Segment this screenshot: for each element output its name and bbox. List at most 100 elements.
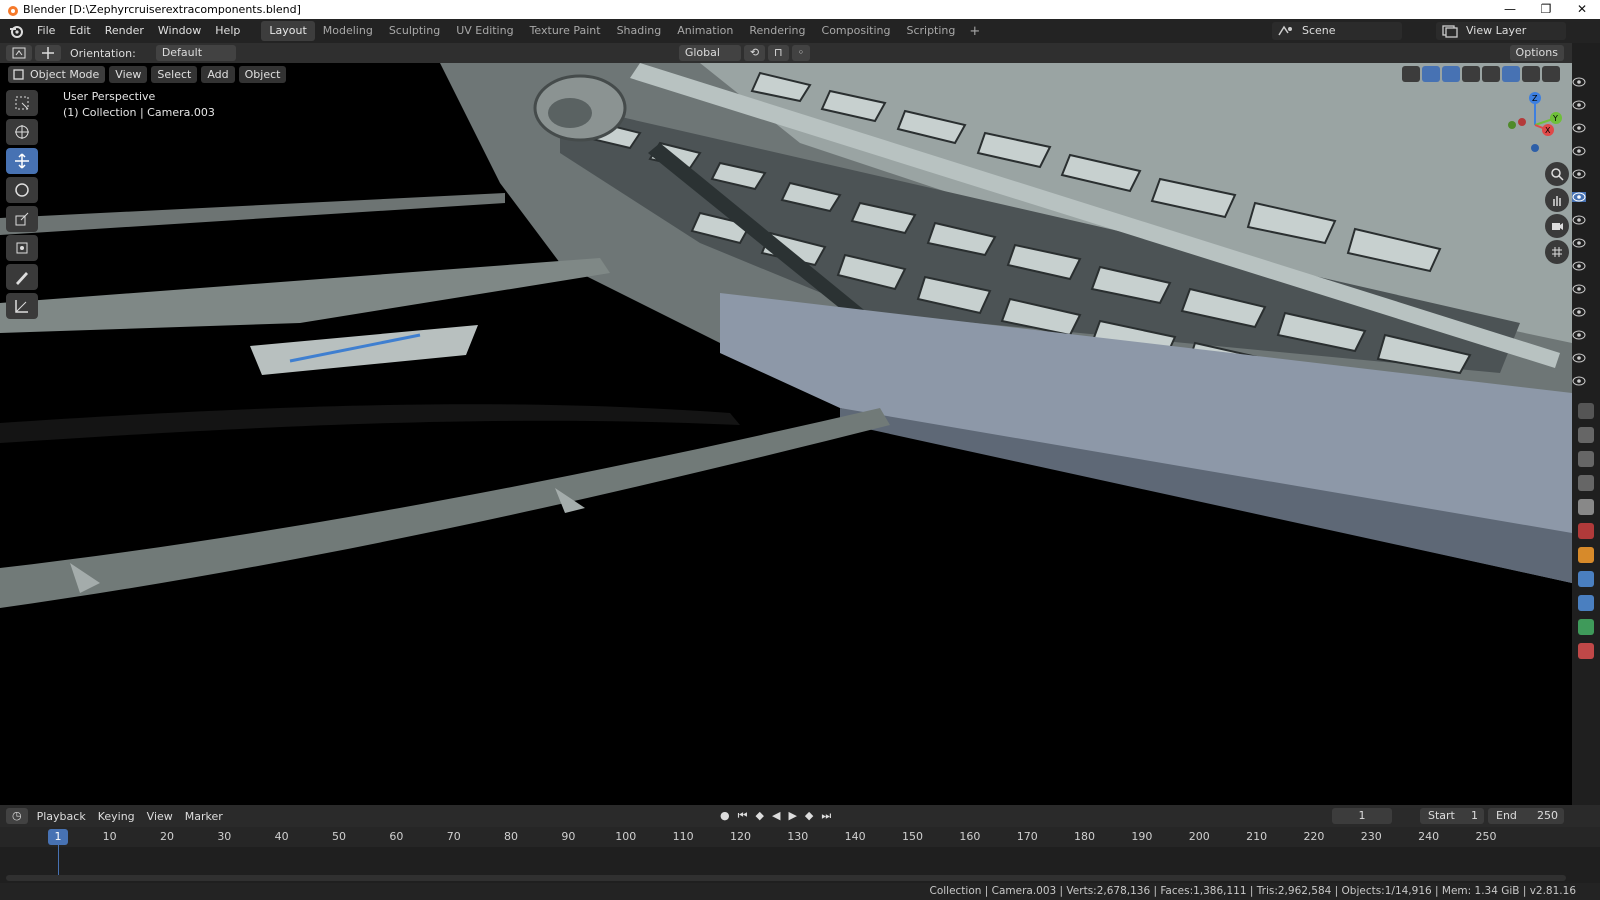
- move-tool[interactable]: [6, 148, 38, 174]
- timeline-menu-keying[interactable]: Keying: [92, 810, 141, 823]
- record-icon[interactable]: ●: [720, 809, 730, 823]
- timeline-menu-playback[interactable]: Playback: [31, 810, 92, 823]
- visibility-eye-icon[interactable]: [1572, 353, 1586, 363]
- visibility-eye-icon[interactable]: [1572, 123, 1586, 133]
- snap-icon[interactable]: ⊓: [768, 45, 789, 61]
- world-properties-icon[interactable]: [1578, 523, 1594, 539]
- start-frame-field[interactable]: Start 1: [1420, 808, 1484, 824]
- 3d-viewport[interactable]: User Perspective (1) Collection | Camera…: [0, 63, 1572, 805]
- camera-view-icon[interactable]: [1545, 214, 1569, 238]
- ortho-grid-icon[interactable]: [1545, 240, 1569, 264]
- viewport-menu-object[interactable]: Object: [238, 65, 287, 83]
- visibility-eye-icon[interactable]: [1572, 284, 1586, 294]
- view-layer-selector[interactable]: View Layer: [1436, 22, 1566, 40]
- editor-type-button[interactable]: [6, 45, 32, 61]
- navigation-gizmo[interactable]: Z Y X: [1500, 90, 1570, 160]
- visibility-icon[interactable]: [1402, 66, 1420, 82]
- visibility-eye-icon[interactable]: [1572, 169, 1586, 179]
- viewport-menu-select[interactable]: Select: [151, 65, 198, 83]
- restore-button[interactable]: ❐: [1528, 0, 1564, 19]
- scene-properties-icon[interactable]: [1578, 499, 1594, 515]
- current-frame-field[interactable]: 1: [1332, 808, 1392, 824]
- menu-render[interactable]: Render: [98, 19, 151, 43]
- timeline-menu-view[interactable]: View: [141, 810, 179, 823]
- rotate-tool[interactable]: [6, 177, 38, 203]
- annotate-tool[interactable]: [6, 264, 38, 290]
- viewport-menu-add[interactable]: Add: [201, 65, 235, 83]
- tab-texture-paint[interactable]: Texture Paint: [522, 21, 609, 41]
- visibility-eye-icon[interactable]: [1572, 215, 1586, 225]
- visibility-eye-icon[interactable]: [1572, 238, 1586, 248]
- tool-properties-icon[interactable]: [1578, 403, 1594, 419]
- transform-tool[interactable]: [6, 235, 38, 261]
- pivot-point-icon[interactable]: ⟲: [743, 45, 766, 61]
- visibility-eye-icon[interactable]: [1572, 100, 1586, 110]
- xray-toggle-icon[interactable]: [1462, 66, 1480, 82]
- orientation-dropdown[interactable]: Default: [155, 45, 236, 61]
- cursor-tool[interactable]: [6, 119, 38, 145]
- blender-menu-icon[interactable]: [8, 23, 24, 39]
- overlay-toggle-icon[interactable]: [1442, 66, 1460, 82]
- visibility-eye-icon[interactable]: [1572, 146, 1586, 156]
- measure-tool[interactable]: [6, 293, 38, 319]
- jump-end-icon[interactable]: ⏭: [821, 809, 831, 823]
- menu-window[interactable]: Window: [151, 19, 208, 43]
- next-keyframe-icon[interactable]: ◆: [805, 809, 813, 823]
- select-box-tool[interactable]: [6, 90, 38, 116]
- jump-start-icon[interactable]: ⏮: [738, 809, 748, 823]
- current-frame-indicator[interactable]: 1: [48, 829, 68, 845]
- tab-scripting[interactable]: Scripting: [898, 21, 963, 41]
- prev-keyframe-icon[interactable]: ◆: [756, 809, 764, 823]
- object-data-properties-icon[interactable]: [1578, 619, 1594, 635]
- wireframe-shading-icon[interactable]: [1482, 66, 1500, 82]
- render-properties-icon[interactable]: [1578, 427, 1594, 443]
- frame-ruler[interactable]: 1 10 20 30 40 50 60 70 80 90 100 110 120 130 140 150 16…: [0, 827, 1600, 847]
- end-frame-field[interactable]: End 250: [1488, 808, 1564, 824]
- object-properties-icon[interactable]: [1578, 547, 1594, 563]
- tab-modeling[interactable]: Modeling: [315, 21, 381, 41]
- timeline-menu-marker[interactable]: Marker: [179, 810, 229, 823]
- proportional-edit-icon[interactable]: ◦: [791, 45, 811, 61]
- timeline-scrollbar[interactable]: [6, 875, 1566, 881]
- tab-animation[interactable]: Animation: [669, 21, 741, 41]
- object-mode-dropdown[interactable]: Object Mode: [8, 65, 106, 83]
- tab-compositing[interactable]: Compositing: [814, 21, 899, 41]
- menu-file[interactable]: File: [30, 19, 62, 43]
- zoom-icon[interactable]: [1545, 162, 1569, 186]
- close-button[interactable]: ✕: [1564, 0, 1600, 19]
- texture-properties-icon[interactable]: [1578, 643, 1594, 659]
- visibility-eye-icon[interactable]: [1572, 192, 1586, 202]
- minimize-button[interactable]: —: [1492, 0, 1528, 19]
- visibility-eye-icon[interactable]: [1572, 77, 1586, 87]
- timeline-editor-type-icon[interactable]: ◷: [6, 808, 28, 824]
- menu-edit[interactable]: Edit: [62, 19, 97, 43]
- visibility-eye-icon[interactable]: [1572, 330, 1586, 340]
- constraint-properties-icon[interactable]: [1578, 595, 1594, 611]
- tab-rendering[interactable]: Rendering: [741, 21, 813, 41]
- scene-selector[interactable]: Scene: [1272, 22, 1402, 40]
- timeline-area[interactable]: 1 10 20 30 40 50 60 70 80 90 100 110 120 130 140 150 16…: [0, 827, 1600, 883]
- modifier-properties-icon[interactable]: [1578, 571, 1594, 587]
- tab-uv-editing[interactable]: UV Editing: [448, 21, 521, 41]
- options-dropdown[interactable]: Options: [1509, 45, 1564, 61]
- visibility-eye-icon[interactable]: [1572, 261, 1586, 271]
- tab-shading[interactable]: Shading: [609, 21, 670, 41]
- viewport-menu-view[interactable]: View: [109, 65, 148, 83]
- menu-help[interactable]: Help: [208, 19, 247, 43]
- visibility-eye-icon[interactable]: [1572, 307, 1586, 317]
- view-layer-properties-icon[interactable]: [1578, 475, 1594, 491]
- add-workspace-button[interactable]: +: [963, 24, 986, 39]
- transform-tool-button[interactable]: [35, 45, 61, 61]
- tab-layout[interactable]: Layout: [261, 21, 315, 41]
- transform-space-dropdown[interactable]: Global: [678, 45, 741, 61]
- material-shading-icon[interactable]: [1522, 66, 1540, 82]
- rendered-shading-icon[interactable]: [1542, 66, 1560, 82]
- gizmo-toggle-icon[interactable]: [1422, 66, 1440, 82]
- output-properties-icon[interactable]: [1578, 451, 1594, 467]
- play-reverse-icon[interactable]: ◀: [772, 809, 780, 823]
- solid-shading-icon[interactable]: [1502, 66, 1520, 82]
- pan-hand-icon[interactable]: [1545, 188, 1569, 212]
- visibility-eye-icon[interactable]: [1572, 376, 1586, 386]
- scale-tool[interactable]: [6, 206, 38, 232]
- play-icon[interactable]: ▶: [788, 809, 796, 823]
